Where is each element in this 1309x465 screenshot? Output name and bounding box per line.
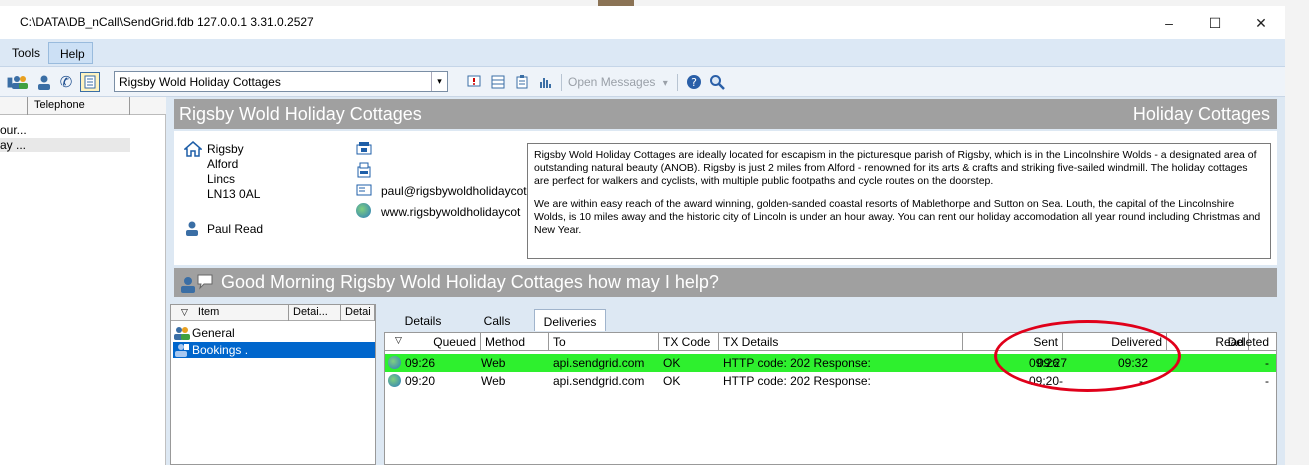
person-icon[interactable] xyxy=(34,72,54,92)
address-line: Lincs xyxy=(207,172,236,186)
phone-icon[interactable]: ✆ xyxy=(56,72,76,92)
contact-category: Holiday Cottages xyxy=(1132,104,1270,124)
help-icon[interactable]: ? xyxy=(684,72,704,92)
list-item[interactable]: our... xyxy=(0,123,130,137)
company-select[interactable]: Rigsby Wold Holiday Cottages ▾ xyxy=(114,71,448,92)
chevron-down-icon[interactable]: ▾ xyxy=(431,72,447,91)
open-messages-button[interactable]: Open Messages ▾ xyxy=(568,75,668,89)
contact-list-header: Telephone xyxy=(0,97,166,115)
minimize-icon[interactable]: – xyxy=(1146,10,1192,36)
filter-icon: ▽ xyxy=(395,335,402,345)
contact-website[interactable]: www.rigsbywoldholidaycot xyxy=(381,205,527,219)
toolbar: ▮ ✆ Rigsby Wold Holiday Cottages ▾ Open xyxy=(0,67,1285,97)
contacts-icon[interactable] xyxy=(10,72,30,92)
list-item[interactable]: ay ... xyxy=(0,138,130,152)
cell-tx-details: HTTP code: 202 Response: xyxy=(723,356,871,370)
chevron-down-icon: ▾ xyxy=(662,78,668,89)
title-bar: C:\DATA\DB_nCall\SendGrid.fdb 127.0.0.1 … xyxy=(0,6,1285,39)
contact-email[interactable]: paul@rigsbywoldholidaycot xyxy=(381,184,527,198)
cell-tx-details: HTTP code: 202 Response: xyxy=(723,374,871,388)
filter-icon: ▽ xyxy=(181,307,188,317)
greeting-banner: Good Morning Rigsby Wold Holiday Cottage… xyxy=(174,268,1277,297)
menu-bar: Tools Help xyxy=(0,39,1285,67)
tab-deliveries[interactable]: Deliveries xyxy=(534,309,606,331)
column-header-queued-label: Queued xyxy=(433,335,476,349)
cell-deleted: - xyxy=(1265,374,1269,388)
cell-deleted: - xyxy=(1265,356,1269,370)
address-line: LN13 0AL xyxy=(207,187,261,201)
menu-tools[interactable]: Tools xyxy=(0,43,45,63)
cell-queued: 09:26 xyxy=(405,356,436,370)
cell-to: api.sendgrid.com xyxy=(553,374,645,388)
home-icon xyxy=(183,141,203,160)
tab-calls[interactable]: Calls xyxy=(462,309,532,331)
address-line: Alford xyxy=(207,157,239,171)
globe-icon xyxy=(388,374,402,388)
phone-icon[interactable] xyxy=(356,141,372,158)
close-icon[interactable]: ✕ xyxy=(1238,10,1284,36)
column-header-deleted-label: Deleted xyxy=(1227,335,1269,349)
column-header-method[interactable]: Method xyxy=(481,333,549,351)
column-header-item-label: Item xyxy=(197,306,220,318)
maximize-icon[interactable]: ☐ xyxy=(1192,10,1238,36)
globe-icon[interactable] xyxy=(356,203,372,219)
cell-tx-code: OK xyxy=(663,374,681,388)
clipboard-icon[interactable] xyxy=(512,72,532,92)
contact-name: Rigsby Wold Holiday Cottages xyxy=(179,104,422,124)
bar-chart-icon[interactable] xyxy=(536,72,556,92)
cell-to: api.sendgrid.com xyxy=(553,356,645,370)
column-header-detail-2[interactable]: Detai xyxy=(341,305,375,321)
fax-icon[interactable] xyxy=(356,162,372,181)
column-header-telephone[interactable]: Telephone xyxy=(28,97,130,115)
description-paragraph: We are within easy reach of the award wi… xyxy=(534,198,1261,236)
column-header-item[interactable]: ▽ Item xyxy=(171,305,289,321)
chat-person-icon xyxy=(180,273,214,296)
toolbar-separator xyxy=(561,74,562,91)
contact-person[interactable]: Paul Read xyxy=(207,222,263,236)
items-list-header: ▽ Item Detai... Detai xyxy=(171,305,375,321)
contact-banner: Rigsby Wold Holiday Cottages Holiday Cot… xyxy=(174,99,1277,129)
list-item-general[interactable]: General xyxy=(173,325,375,341)
cell-queued: 09:20 xyxy=(405,374,436,388)
contacts-icon xyxy=(174,326,190,340)
column-header-queued[interactable]: ▽ Queued xyxy=(385,333,481,351)
booking-icon xyxy=(174,343,190,357)
greeting-text: Good Morning Rigsby Wold Holiday Cottage… xyxy=(221,272,719,292)
search-icon[interactable] xyxy=(707,72,727,92)
person-icon xyxy=(184,220,200,239)
email-icon[interactable] xyxy=(356,184,372,199)
description-paragraph: Rigsby Wold Holiday Cottages are ideally… xyxy=(534,149,1257,187)
column-header-to[interactable]: To xyxy=(549,333,659,351)
cell-method: Web xyxy=(481,356,506,370)
menu-help[interactable]: Help xyxy=(48,42,93,64)
open-messages-label: Open Messages xyxy=(568,75,656,89)
tab-details[interactable]: Details xyxy=(384,309,462,331)
alert-icon[interactable] xyxy=(464,72,484,92)
window-title: C:\DATA\DB_nCall\SendGrid.fdb 127.0.0.1 … xyxy=(20,15,314,29)
toolbar-separator xyxy=(677,74,678,91)
list-item-bookings[interactable]: Bookings . xyxy=(173,342,375,358)
notes-icon[interactable] xyxy=(80,72,100,92)
list-item-label: General xyxy=(192,326,235,340)
annotation-ellipse xyxy=(994,320,1181,392)
column-header-detail-1[interactable]: Detai... xyxy=(289,305,341,321)
column-header-name[interactable] xyxy=(0,97,28,115)
svg-text:?: ? xyxy=(691,76,697,89)
column-header-tx-details[interactable]: TX Details xyxy=(719,333,963,351)
list-icon[interactable] xyxy=(488,72,508,92)
company-select-value: Rigsby Wold Holiday Cottages xyxy=(119,75,281,89)
contact-description[interactable]: Rigsby Wold Holiday Cottages are ideally… xyxy=(527,143,1271,259)
items-list: ▽ Item Detai... Detai General Bookings . xyxy=(170,304,376,465)
globe-icon xyxy=(388,356,402,370)
address-line: Rigsby xyxy=(207,142,244,156)
cell-tx-code: OK xyxy=(663,356,681,370)
desktop-background xyxy=(1285,0,1309,465)
list-item-label: Bookings . xyxy=(192,343,249,357)
column-header-tx-code[interactable]: TX Code xyxy=(659,333,719,351)
contact-list: Telephone our... ay ... xyxy=(0,97,166,465)
cell-method: Web xyxy=(481,374,506,388)
